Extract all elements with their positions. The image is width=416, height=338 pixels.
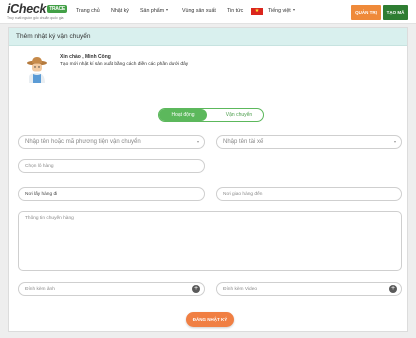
logo-tagline: Truy xuất nguồn gốc chuẩn quốc gia [7,16,64,20]
top-navbar: iCheck TRACE Truy xuất nguồn gốc chuẩn qu… [0,0,416,24]
delivery-location-field[interactable]: Nơi giao hàng đến [216,187,402,201]
form-card: Thêm nhật ký vận chuyển Xin chào , Minh … [8,27,408,332]
driver-select-placeholder: Nhập tên tài xế [223,139,264,145]
language-label: Tiếng việt [268,8,291,14]
chevron-down-icon [197,141,199,143]
mode-toggle: Hoạt động Vận chuyển [158,108,264,122]
attach-image-placeholder: Đính kèm ảnh [25,286,55,292]
toggle-active-option[interactable]: Hoạt động [159,109,207,121]
attach-video-placeholder: Đính kèm Video [223,286,258,292]
greeting-subtitle: Tạo mới nhật kí sản xuất bằng cách điền … [60,62,189,67]
logo-badge: TRACE [47,5,67,13]
nav-item-products-label: Sản phẩm [140,8,165,14]
trip-info-textarea[interactable]: Thông tin chuyến hàng [18,211,402,271]
vehicle-select[interactable]: Nhập tên hoặc mã phương tiện vận chuyển [18,135,205,149]
page-title: Thêm nhật ký vận chuyển [9,28,407,46]
chevron-down-icon [166,9,169,11]
farmer-avatar-icon [27,57,47,83]
nav-item-diary[interactable]: Nhật ký [111,8,129,14]
language-select[interactable]: Tiếng việt [268,8,295,14]
logo-text: iCheck [7,2,47,16]
driver-select[interactable]: Nhập tên tài xế [216,135,402,149]
nav-item-production-area[interactable]: Vùng sản xuất [182,8,216,14]
chevron-down-icon [292,9,295,11]
toggle-transport-option[interactable]: Vận chuyển [215,109,263,121]
nav-item-products[interactable]: Sản phẩm [140,8,169,14]
flag-star: ★ [254,8,260,14]
attach-video-field[interactable]: Đính kèm Video + [216,282,402,296]
logo[interactable]: iCheck TRACE Truy xuất nguồn gốc chuẩn qu… [7,3,67,20]
nav-item-home[interactable]: Trang chủ [76,8,100,14]
nav-item-news[interactable]: Tin tức [227,8,243,14]
add-video-icon[interactable]: + [389,285,397,293]
admin-button[interactable]: QUẢN TRỊ [351,5,381,20]
chevron-down-icon [394,141,396,143]
vehicle-select-placeholder: Nhập tên hoặc mã phương tiện vận chuyển [25,139,141,145]
submit-log-button[interactable]: ĐĂNG NHẬT KÝ [186,312,234,327]
attach-image-field[interactable]: Đính kèm ảnh + [18,282,205,296]
create-code-button[interactable]: TẠO MÃ [383,5,408,20]
greeting: Xin chào , Minh Công [60,54,111,60]
pickup-location-field[interactable]: Nơi lấy hàng đi [18,187,205,201]
add-image-icon[interactable]: + [192,285,200,293]
shipment-field[interactable]: Chọn lô hàng [18,159,205,173]
vietnam-flag-icon[interactable]: ★ [251,8,263,15]
